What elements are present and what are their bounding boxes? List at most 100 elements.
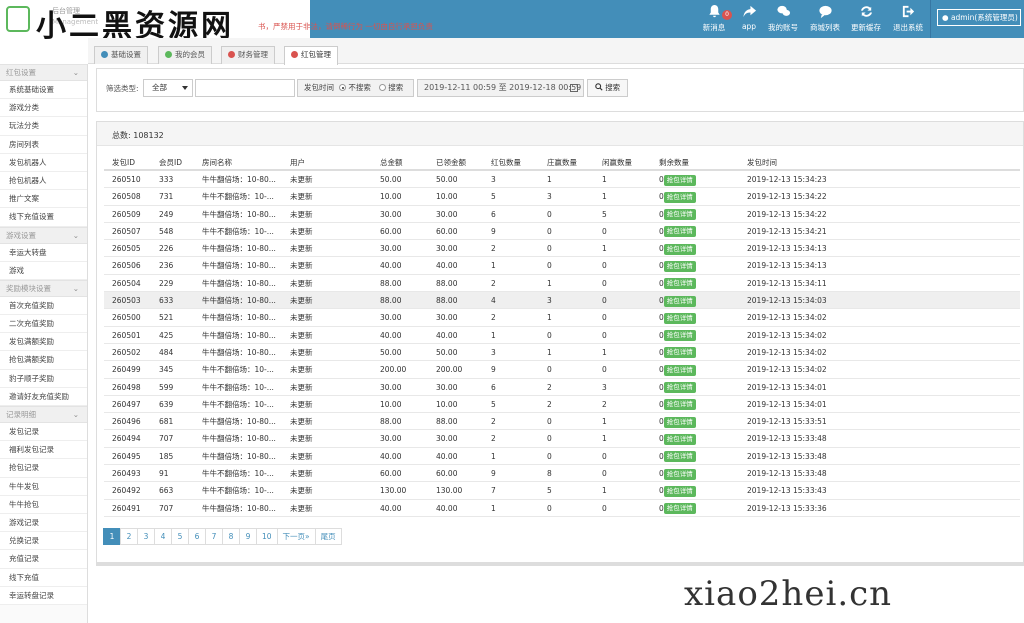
table-row[interactable]: 260506 236 牛牛翻倍场：10-80... 未更新 40.00 40.00 1 0 0 0… <box>104 257 1020 275</box>
app-button[interactable]: app <box>737 2 761 36</box>
table-row[interactable]: 260509 249 牛牛翻倍场：10-80... 未更新 30.00 30.00 6 0 5 0… <box>104 206 1020 223</box>
sidebar-item[interactable]: 房间列表 <box>0 135 87 154</box>
sidebar-item[interactable]: 发包机器人 <box>0 153 87 172</box>
sidebar-item[interactable]: 豹子顺子奖励 <box>0 369 87 388</box>
search-button[interactable]: 搜索 <box>587 79 628 97</box>
tab-my-members[interactable]: 我的会员 <box>158 46 212 64</box>
table-row[interactable]: 260502 484 牛牛翻倍场：10-80... 未更新 50.00 50.00 3 1 1 0… <box>104 344 1020 362</box>
grab-detail-button[interactable]: 抢包详情 <box>663 191 696 203</box>
sidebar-item[interactable]: 发包记录 <box>0 423 87 442</box>
grab-detail-button[interactable]: 抢包详情 <box>663 382 696 394</box>
sidebar-item[interactable]: 幸运转盘记录 <box>0 586 87 605</box>
sidebar-item[interactable]: 玩法分类 <box>0 117 87 136</box>
grab-detail-button[interactable]: 抢包详情 <box>663 174 696 186</box>
table-row[interactable]: 260494 707 牛牛翻倍场：10-80... 未更新 30.00 30.00 2 0 1 0… <box>104 430 1020 448</box>
sidebar-group-header[interactable]: 游戏设置 ⌄ <box>0 226 87 244</box>
tab-finance[interactable]: 财务管理 <box>221 46 275 64</box>
page-button[interactable]: 9 <box>239 528 257 545</box>
sidebar-item[interactable]: 游戏记录 <box>0 513 87 533</box>
logout-button[interactable]: 退出系统 <box>891 2 925 36</box>
sidebar-item[interactable]: 抢包满额奖励 <box>0 351 87 370</box>
sidebar-item[interactable]: 抢包记录 <box>0 459 87 478</box>
page-button[interactable]: 1 <box>103 528 121 545</box>
table-row[interactable]: 260503 633 牛牛翻倍场：10-80... 未更新 88.00 88.00 4 3 0 0… <box>104 292 1020 310</box>
table-row[interactable]: 260505 226 牛牛翻倍场：10-80... 未更新 30.00 30.00 2 0 1 0… <box>104 240 1020 258</box>
sidebar-item[interactable]: 推广文案 <box>0 190 87 209</box>
table-row[interactable]: 260491 707 牛牛翻倍场：10-80... 未更新 40.00 40.00 1 0 0 0… <box>104 500 1020 517</box>
page-button[interactable]: 尾页 <box>314 528 342 545</box>
sidebar-item[interactable]: 发包满额奖励 <box>0 333 87 352</box>
page-button[interactable]: 4 <box>154 528 172 545</box>
table-row[interactable]: 260497 639 牛牛不翻倍场：10-... 未更新 10.00 10.00 5 2 2 0 抢… <box>104 396 1020 414</box>
grab-detail-button[interactable]: 抢包详情 <box>663 364 696 376</box>
page-button[interactable]: 下一页» <box>276 528 316 545</box>
type-select[interactable]: 全部 <box>143 79 193 97</box>
sidebar-item[interactable]: 福利发包记录 <box>0 441 87 460</box>
table-row[interactable]: 260500 521 牛牛翻倍场：10-80... 未更新 30.00 30.00 2 1 0 0… <box>104 309 1020 327</box>
page-button[interactable]: 3 <box>137 528 155 545</box>
page-button[interactable]: 6 <box>188 528 206 545</box>
grab-detail-button[interactable]: 抢包详情 <box>663 468 696 480</box>
tab-red-packet[interactable]: 红包管理 <box>284 46 338 65</box>
table-row[interactable]: 260508 731 牛牛不翻倍场：10-... 未更新 10.00 10.00 5 3 1 0 抢… <box>104 188 1020 206</box>
search-input[interactable] <box>195 79 295 97</box>
table-row[interactable]: 260492 663 牛牛不翻倍场：10-... 未更新 130.00 130.00 7 5 1… <box>104 482 1020 500</box>
sidebar-item[interactable]: 幸运大转盘 <box>0 243 87 262</box>
grab-detail-button[interactable]: 抢包详情 <box>663 485 696 497</box>
table-row[interactable]: 260496 681 牛牛翻倍场：10-80... 未更新 88.00 88.00 2 0 1 0… <box>104 413 1020 431</box>
table-row[interactable]: 260495 185 牛牛翻倍场：10-80... 未更新 40.00 40.00 1 0 0 0… <box>104 448 1020 466</box>
sidebar-item[interactable]: 线下充值 <box>0 568 87 587</box>
page-button[interactable]: 5 <box>171 528 189 545</box>
date-range-input[interactable]: 2019-12-11 00:59 至 2019-12-18 00:59 <box>417 79 584 97</box>
sidebar-item[interactable]: 二次充值奖励 <box>0 315 87 334</box>
sidebar-group-header[interactable]: 奖励模块设置 ⌄ <box>0 279 87 297</box>
grab-detail-button[interactable]: 抢包详情 <box>663 347 696 359</box>
refresh-cache-button[interactable]: 更新缓存 <box>849 2 883 36</box>
sidebar-item[interactable]: 首次充值奖励 <box>0 296 87 316</box>
grab-detail-button[interactable]: 抢包详情 <box>663 330 696 342</box>
sidebar-group-header[interactable]: 记录明细 ⌄ <box>0 406 87 423</box>
my-account-button[interactable]: 我的账号 <box>766 2 800 36</box>
sidebar-item[interactable]: 充值记录 <box>0 550 87 569</box>
sidebar-item[interactable]: 抢包机器人 <box>0 171 87 191</box>
grab-detail-button[interactable]: 抢包详情 <box>663 226 696 238</box>
table-row[interactable]: 260504 229 牛牛翻倍场：10-80... 未更新 88.00 88.00 2 1 0 0… <box>104 275 1020 293</box>
page-button[interactable]: 8 <box>222 528 240 545</box>
grab-detail-button[interactable]: 抢包详情 <box>663 451 696 463</box>
page-button[interactable]: 10 <box>256 528 278 545</box>
sidebar-group-header[interactable]: 红包设置 ⌄ <box>0 64 87 81</box>
grab-detail-button[interactable]: 抢包详情 <box>663 278 696 290</box>
sidebar-item[interactable]: 牛牛抢包 <box>0 495 87 514</box>
grab-detail-button[interactable]: 抢包详情 <box>663 243 696 255</box>
grab-detail-button[interactable]: 抢包详情 <box>663 312 696 324</box>
grab-detail-button[interactable]: 抢包详情 <box>663 399 696 411</box>
sidebar-item[interactable]: 游戏分类 <box>0 99 87 118</box>
grab-detail-button[interactable]: 抢包详情 <box>663 416 696 428</box>
mall-list-button[interactable]: 商城列表 <box>808 2 842 36</box>
table-row[interactable]: 260501 425 牛牛翻倍场：10-80... 未更新 40.00 40.00 1 0 0 0… <box>104 327 1020 344</box>
grab-detail-button[interactable]: 抢包详情 <box>663 433 696 445</box>
tab-basic-settings[interactable]: 基础设置 <box>94 46 148 64</box>
table-row[interactable]: 260498 599 牛牛不翻倍场：10-... 未更新 30.00 30.00 6 2 3 0 抢… <box>104 379 1020 396</box>
sidebar-item[interactable]: 系统基础设置 <box>0 81 87 100</box>
page-button[interactable]: 7 <box>205 528 223 545</box>
table-cell: 130.00 <box>380 486 407 496</box>
grab-detail-button[interactable]: 抢包详情 <box>663 295 696 307</box>
page-button[interactable]: 2 <box>120 528 138 545</box>
sidebar-item[interactable]: 邀请好友充值奖励 <box>0 387 87 406</box>
radio-search[interactable] <box>379 84 387 91</box>
sidebar-item[interactable]: 牛牛发包 <box>0 477 87 496</box>
user-menu-button[interactable]: ● admin(系统管理员) <box>937 9 1021 26</box>
table-row[interactable]: 260510 333 牛牛翻倍场：10-80... 未更新 50.00 50.00 3 1 1 0… <box>104 171 1020 189</box>
table-row[interactable]: 260507 548 牛牛不翻倍场：10-... 未更新 60.00 60.00 9 0 0 0 抢… <box>104 223 1020 241</box>
grab-detail-button[interactable]: 抢包详情 <box>663 209 696 221</box>
radio-no-search[interactable] <box>339 84 347 91</box>
sidebar-item[interactable]: 游戏 <box>0 261 87 280</box>
sidebar-item[interactable]: 线下充值设置 <box>0 208 87 227</box>
table-cell: 未更新 <box>290 399 313 409</box>
grab-detail-button[interactable]: 抢包详情 <box>663 503 696 515</box>
sidebar-item[interactable]: 兑换记录 <box>0 532 87 551</box>
table-row[interactable]: 260493 91 牛牛不翻倍场：10-... 未更新 60.00 60.00 9 8 0 0 抢包… <box>104 465 1020 483</box>
table-row[interactable]: 260499 345 牛牛不翻倍场：10-... 未更新 200.00 200.00 9 0 0… <box>104 361 1020 379</box>
grab-detail-button[interactable]: 抢包详情 <box>663 260 696 272</box>
